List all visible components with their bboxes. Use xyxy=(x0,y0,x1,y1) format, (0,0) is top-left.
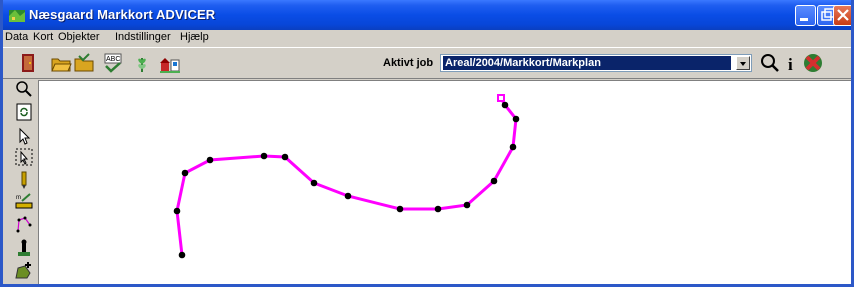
vertex-point[interactable] xyxy=(490,177,498,185)
menu-bar: Data Kort Objekter Indstillinger Hjælp xyxy=(3,30,851,46)
vertex-point[interactable] xyxy=(173,207,181,215)
vertex-point[interactable] xyxy=(206,156,214,164)
pointer-tool-icon[interactable] xyxy=(15,127,33,145)
vertex-point[interactable] xyxy=(181,169,189,177)
pencil-tool-icon[interactable] xyxy=(15,171,33,189)
active-job-dropdown[interactable]: Areal/2004/Markkort/Markplan xyxy=(440,54,752,72)
stamp-tool-icon[interactable] xyxy=(15,239,33,257)
minimize-icon xyxy=(800,18,808,21)
vertex-point[interactable] xyxy=(396,205,404,213)
active-job-value: Areal/2004/Markkort/Markplan xyxy=(443,56,731,70)
svg-text:m: m xyxy=(16,195,21,201)
menu-indstillinger[interactable]: Indstillinger xyxy=(115,31,171,43)
app-window: Næsgaard Markkort ADVICER Data Kort Obje… xyxy=(0,0,854,287)
vertex-point[interactable] xyxy=(178,251,186,259)
save-folder-icon[interactable] xyxy=(73,52,95,74)
menu-kort[interactable]: Kort xyxy=(33,31,53,43)
farm-buildings-icon[interactable] xyxy=(159,52,181,74)
menu-hjaelp[interactable]: Hjælp xyxy=(180,31,209,43)
map-canvas[interactable] xyxy=(38,80,851,284)
svg-text:i: i xyxy=(788,55,793,74)
spellcheck-abc-icon[interactable]: ABC xyxy=(102,52,124,74)
menu-objekter[interactable]: Objekter xyxy=(58,31,100,43)
measure-tool-icon[interactable]: m xyxy=(15,192,33,210)
zoom-search-icon[interactable] xyxy=(759,52,781,74)
vertex-point[interactable] xyxy=(281,153,289,161)
zoom-tool-icon[interactable] xyxy=(15,80,33,98)
vertex-point[interactable] xyxy=(434,205,442,213)
vertex-point[interactable] xyxy=(463,201,471,209)
add-field-tool-icon[interactable] xyxy=(15,261,33,279)
vertex-point[interactable] xyxy=(509,143,517,151)
info-icon[interactable]: i xyxy=(781,52,803,74)
dropdown-arrow-icon[interactable] xyxy=(736,56,750,70)
vertex-point[interactable] xyxy=(501,101,509,109)
crop-plant-icon[interactable] xyxy=(131,52,153,74)
left-tool-palette: m xyxy=(3,79,36,284)
polyline-tool-icon[interactable] xyxy=(15,215,33,233)
title-bar[interactable]: Næsgaard Markkort ADVICER xyxy=(3,0,851,30)
vertex-point[interactable] xyxy=(310,179,318,187)
close-icon xyxy=(837,9,849,21)
vertex-point[interactable] xyxy=(512,115,520,123)
end-vertex-handle[interactable] xyxy=(497,94,505,102)
toolbar: ABC Aktivt job Areal/2004/Markkort/Markp… xyxy=(3,47,851,79)
minimize-button[interactable] xyxy=(795,5,816,26)
select-area-tool-icon[interactable] xyxy=(15,148,33,166)
app-icon xyxy=(9,10,25,22)
close-button[interactable] xyxy=(833,5,851,26)
menu-data[interactable]: Data xyxy=(5,31,28,43)
exit-door-icon[interactable] xyxy=(17,52,39,74)
vertex-point[interactable] xyxy=(344,192,352,200)
field-boundary-line[interactable] xyxy=(175,97,518,256)
vertex-point[interactable] xyxy=(260,152,268,160)
open-folder-icon[interactable] xyxy=(50,52,72,74)
svg-text:ABC: ABC xyxy=(106,56,120,63)
window-title: Næsgaard Markkort ADVICER xyxy=(29,7,216,22)
refresh-tool-icon[interactable] xyxy=(15,103,33,121)
active-job-label: Aktivt job xyxy=(383,57,434,69)
stop-globe-icon[interactable] xyxy=(802,52,824,74)
field-boundary-drawing xyxy=(173,94,520,259)
